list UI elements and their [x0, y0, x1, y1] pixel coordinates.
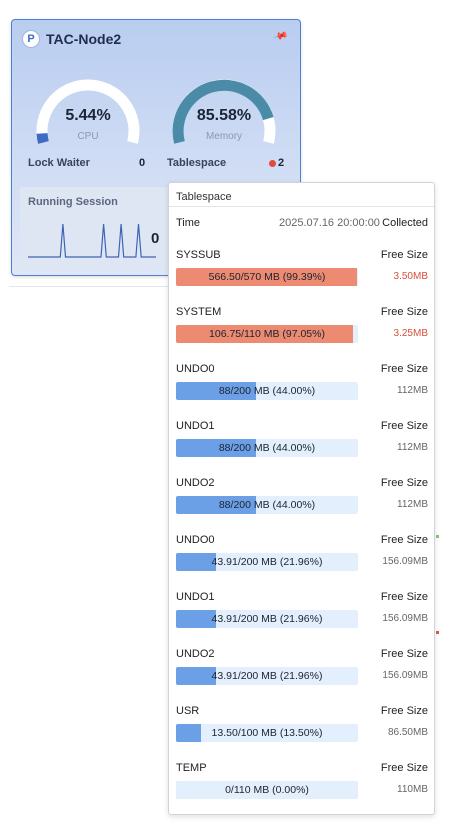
free-size-label: Free Size [380, 705, 428, 717]
free-size-value: 86.50MB [387, 727, 428, 738]
node-title[interactable]: TAC-Node2 [46, 31, 121, 47]
lock-waiter-value[interactable]: 0 [139, 157, 145, 169]
popup-title: Tablespace [176, 191, 232, 203]
usage-bar-text: 13.50/100 MB (13.50%) [211, 727, 323, 739]
edge-mark [436, 535, 439, 538]
tablespace-row: UNDO0 Free Size 43.91/200 MB (21.96%) 156.0… [169, 534, 434, 591]
memory-value: 85.58% [196, 107, 252, 124]
usage-bar-text: 88/200 MB (44.00%) [218, 499, 316, 511]
usage-bar-text: 88/200 MB (44.00%) [218, 442, 316, 454]
divider [9, 286, 169, 287]
tablespace-name: UNDO1 [176, 591, 215, 603]
usage-bar: 88/200 MB (44.00%) [176, 382, 358, 400]
usage-bar: 88/200 MB (44.00%) [176, 496, 358, 514]
usage-bar: 106.75/110 MB (97.05%) [176, 325, 358, 343]
tablespace-row: UNDO1 Free Size 43.91/200 MB (21.96%) 156.0… [169, 591, 434, 648]
tablespace-row: UNDO0 Free Size 88/200 MB (44.00%) 112MB [169, 363, 434, 420]
free-size-value: 3.25MB [393, 328, 428, 339]
free-size-label: Free Size [380, 648, 428, 660]
usage-bar: 88/200 MB (44.00%) [176, 439, 358, 457]
usage-bar-text: 43.91/200 MB (21.96%) [211, 613, 323, 625]
usage-bar-text: 88/200 MB (44.00%) [218, 385, 316, 397]
cpu-label: CPU [77, 131, 99, 142]
tablespace-name: TEMP [176, 762, 207, 774]
usage-bar: 43.91/200 MB (21.96%) [176, 610, 358, 628]
time-label: Time [176, 217, 201, 229]
usage-bar-text: 43.91/200 MB (21.96%) [211, 670, 323, 682]
cpu-value: 5.44% [65, 107, 111, 124]
node-type-badge: P [22, 30, 40, 48]
tablespace-name: UNDO0 [176, 534, 215, 546]
tablespace-name: UNDO2 [176, 648, 215, 660]
free-size-value: 156.09MB [382, 613, 428, 624]
memory-gauge: 85.58% Memory [171, 78, 277, 148]
free-size-label: Free Size [380, 762, 428, 774]
usage-bar: 43.91/200 MB (21.96%) [176, 667, 358, 685]
popup-divider [169, 206, 434, 207]
pin-icon[interactable]: 📌 [272, 29, 288, 45]
usage-bar-text: 106.75/110 MB (97.05%) [209, 328, 325, 340]
running-session-label: Running Session [28, 196, 118, 208]
free-size-label: Free Size [380, 477, 428, 489]
edge-mark [436, 631, 439, 634]
tablespace-name: SYSSUB [176, 249, 221, 261]
lock-waiter-label: Lock Waiter [28, 157, 90, 169]
card-header: P TAC-Node2 [22, 29, 121, 49]
free-size-label: Free Size [380, 534, 428, 546]
free-size-value: 112MB [397, 499, 428, 510]
tablespace-row: TEMP Free Size 0/110 MB (0.00%) 110MB [169, 762, 434, 814]
free-size-value: 110MB [397, 784, 428, 795]
time-value: 2025.07.16 20:00:00 [279, 217, 380, 229]
usage-bar-text: 0/110 MB (0.00%) [225, 784, 309, 796]
tablespace-row: SYSSUB Free Size 566.50/570 MB (99.39%) 3.5… [169, 249, 434, 306]
free-size-label: Free Size [380, 306, 428, 318]
running-session-panel[interactable]: Running Session 0 [20, 187, 180, 265]
tablespace-row: UNDO2 Free Size 43.91/200 MB (21.96%) 156.0… [169, 648, 434, 705]
tablespace-name: UNDO0 [176, 363, 215, 375]
memory-label: Memory [205, 131, 243, 142]
free-size-label: Free Size [380, 420, 428, 432]
free-size-value: 156.09MB [382, 556, 428, 567]
free-size-label: Free Size [380, 249, 428, 261]
free-size-value: 3.50MB [393, 271, 428, 282]
free-size-value: 112MB [397, 442, 428, 453]
tablespace-name: UNDO2 [176, 477, 215, 489]
usage-bar: 566.50/570 MB (99.39%) [176, 268, 358, 286]
free-size-value: 112MB [397, 385, 428, 396]
tablespace-name: UNDO1 [176, 420, 215, 432]
free-size-label: Free Size [380, 591, 428, 603]
tablespace-row: SYSTEM Free Size 106.75/110 MB (97.05%) 3.2… [169, 306, 434, 363]
tablespace-value[interactable]: 2 [278, 157, 284, 169]
tablespace-popup: Tablespace Time 2025.07.16 20:00:00 Coll… [168, 182, 435, 815]
usage-bar: 43.91/200 MB (21.96%) [176, 553, 358, 571]
usage-bar: 13.50/100 MB (13.50%) [176, 724, 358, 742]
usage-bar-text: 566.50/570 MB (99.39%) [208, 271, 326, 283]
collected-label: Collected [382, 217, 428, 229]
free-size-label: Free Size [380, 363, 428, 375]
tablespace-row: UNDO1 Free Size 88/200 MB (44.00%) 112MB [169, 420, 434, 477]
usage-bar-text: 43.91/200 MB (21.96%) [211, 556, 323, 568]
tablespace-row: UNDO2 Free Size 88/200 MB (44.00%) 112MB [169, 477, 434, 534]
tablespace-name: SYSTEM [176, 306, 222, 318]
free-size-value: 156.09MB [382, 670, 428, 681]
running-session-sparkline [28, 223, 156, 258]
tablespace-label: Tablespace [167, 157, 227, 169]
tablespace-name: USR [176, 705, 200, 717]
running-session-value: 0 [151, 230, 160, 247]
tablespace-row: USR Free Size 13.50/100 MB (13.50%) 86.50MB [169, 705, 434, 762]
cpu-gauge: 5.44% CPU [35, 78, 141, 148]
tablespace-alert-dot [269, 160, 276, 167]
usage-bar: 0/110 MB (0.00%) [176, 781, 358, 799]
